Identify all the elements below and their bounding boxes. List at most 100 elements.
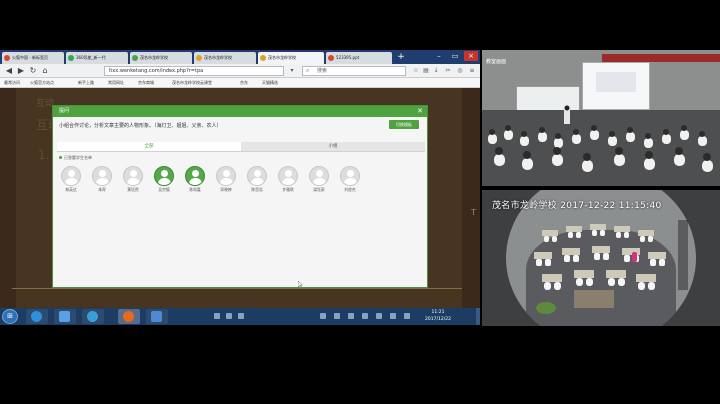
windows-taskbar: ⊞ 11:21 2017/12/22	[0, 308, 480, 325]
volume-icon[interactable]	[376, 313, 382, 319]
avatar-icon	[61, 166, 81, 186]
dropdown-icon[interactable]: ▾	[288, 67, 296, 75]
url-bar[interactable]: ltxx.wenketang.com/index.php?r=tpa	[104, 66, 284, 76]
tab-all[interactable]: 全部	[57, 142, 241, 151]
avatar-icon	[278, 166, 298, 186]
divider	[12, 288, 462, 289]
student-item-answered[interactable]: 吴宗镇	[152, 166, 176, 193]
tray-icon[interactable]	[404, 313, 410, 319]
taskbar-app-icon[interactable]	[146, 309, 168, 324]
taskbar-ie-icon[interactable]	[26, 309, 48, 324]
taskbar-app-icon[interactable]	[82, 309, 104, 324]
browser-tab-6[interactable]: 523395.ppt	[326, 52, 392, 64]
search-input[interactable]: ⌕ 搜索	[302, 66, 406, 76]
reload-button[interactable]: ↻	[28, 66, 38, 76]
student-item[interactable]: 林英达	[59, 166, 83, 193]
bookmark-item[interactable]: 新手上路	[78, 79, 94, 87]
bookmark-item[interactable]: 最常访问	[4, 79, 20, 87]
maximize-button[interactable]: ▭	[448, 51, 462, 61]
browser-tab-4[interactable]: 茂名市龙岭学校	[194, 52, 256, 64]
minimize-button[interactable]: –	[432, 51, 446, 61]
modal-title: 提问	[59, 108, 70, 114]
avatar-icon	[185, 166, 205, 186]
taskbar-firefox-icon[interactable]	[118, 309, 140, 324]
question-modal: 提问 ✕ 小组合作讨论，分析文章主要的人物形象。（海灯卫、姐姐、父亲、农人） 切…	[52, 105, 428, 288]
browser-tab-3[interactable]: 茂名市龙岭学校	[130, 52, 192, 64]
answer-tabs: 全部 小组	[57, 142, 425, 152]
firefox-icon	[4, 55, 10, 61]
taskbar-apps-icon[interactable]	[54, 309, 76, 324]
browser-tab-5-active[interactable]: 茂名市龙岭学校	[258, 52, 324, 64]
addon-icon[interactable]: ◎	[456, 67, 464, 75]
tray-icon[interactable]	[390, 313, 396, 319]
bullet-icon	[59, 156, 62, 159]
site-icon	[260, 55, 266, 61]
bookmark-item[interactable]: 火狐官方站点	[30, 79, 54, 87]
start-button[interactable]: ⊞	[2, 309, 18, 324]
home-button[interactable]: ⌂	[40, 66, 50, 76]
tab-group[interactable]: 小组	[241, 142, 425, 151]
student-item[interactable]: 梁钰豪	[307, 166, 331, 193]
screenshot-icon[interactable]: ✂	[444, 67, 452, 75]
student-list: 林英达 朱宵 黄钰然 吴宗镇 陈佩嘉 邓晓婷 陈思浩 许雅琪 梁钰豪 刘俊杰	[59, 166, 379, 196]
new-tab-button[interactable]: +	[396, 51, 406, 63]
tray-icon[interactable]	[320, 313, 326, 319]
forward-button[interactable]: ▶	[16, 66, 26, 76]
student-item-answered[interactable]: 陈佩嘉	[183, 166, 207, 193]
menu-icon[interactable]: ≡	[468, 67, 476, 75]
student-item[interactable]: 朱宵	[90, 166, 114, 193]
tray-icon[interactable]	[238, 313, 244, 319]
section-title: 已答题学生名单	[59, 155, 92, 161]
bookmark-item[interactable]: 常用网址	[108, 79, 124, 87]
audience-figures	[488, 105, 713, 172]
avatar-icon	[216, 166, 236, 186]
site-icon	[132, 55, 138, 61]
question-prompt: 小组合作讨论，分析文章主要的人物形象。（海灯卫、姐姐、父亲、农人）	[59, 123, 222, 129]
mouse-cursor-icon	[298, 281, 303, 288]
browser-tab-1[interactable]: 火狐中国 - 新标签页	[2, 52, 64, 64]
bookmark-item[interactable]: 茂名市龙岭学校云课堂	[172, 79, 212, 87]
browser-tabbar: 火狐中国 - 新标签页 360导航_新一代 茂名市龙岭学校 茂名市龙岭学校 茂名…	[0, 50, 480, 64]
avatar-icon	[247, 166, 267, 186]
avatar-icon	[309, 166, 329, 186]
star-icon[interactable]: ☆	[412, 67, 420, 75]
browser-navbar: ◀ ▶ ↻ ⌂ ltxx.wenketang.com/index.php?r=t…	[0, 64, 480, 78]
bookmark-item[interactable]: 京东商城	[138, 79, 154, 87]
search-icon: ⌕	[306, 67, 310, 74]
download-icon[interactable]: ↓	[432, 67, 440, 75]
camera-timestamp-overlay: 茂名市龙岭学校 2017-12-22 11:15:40	[492, 201, 662, 211]
switch-template-button[interactable]: 切换模板	[389, 120, 419, 129]
close-icon[interactable]: ✕	[417, 106, 423, 117]
tray-icon[interactable]	[214, 313, 220, 319]
classroom-camera-front: 教室画面	[482, 50, 720, 186]
network-icon[interactable]	[362, 313, 368, 319]
taskbar-clock[interactable]: 11:21 2017/12/22	[418, 309, 458, 323]
classroom-camera-overhead: 茂名市龙岭学校 2017-12-22 11:15:40	[482, 190, 720, 326]
clock-time: 11:21	[431, 310, 445, 315]
page: 火狐中国 - 新标签页 360导航_新一代 茂名市龙岭学校 茂名市龙岭学校 茂名…	[0, 0, 720, 404]
tray-icon[interactable]	[348, 313, 354, 319]
screen-capture: 火狐中国 - 新标签页 360导航_新一代 茂名市龙岭学校 茂名市龙岭学校 茂名…	[0, 50, 480, 325]
close-window-button[interactable]: ×	[464, 51, 478, 61]
avatar-icon	[92, 166, 112, 186]
student-item[interactable]: 许雅琪	[276, 166, 300, 193]
side-tool-icon[interactable]: T	[471, 208, 476, 217]
student-item[interactable]: 陈思浩	[245, 166, 269, 193]
bookmark-item[interactable]: 天猫精选	[262, 79, 278, 87]
tray-icon[interactable]	[334, 313, 340, 319]
bookmark-item[interactable]: 京东	[240, 79, 248, 87]
browser-tab-2[interactable]: 360导航_新一代	[66, 52, 128, 64]
student-item[interactable]: 黄钰然	[121, 166, 145, 193]
tray-icon[interactable]	[226, 313, 232, 319]
avatar-icon	[123, 166, 143, 186]
student-item[interactable]: 邓晓婷	[214, 166, 238, 193]
library-icon[interactable]: ▤	[422, 67, 430, 75]
student-item[interactable]: 刘俊杰	[338, 166, 362, 193]
show-desktop-button[interactable]	[476, 308, 480, 325]
bookmarks-bar: 最常访问 火狐官方站点 新手上路 常用网址 京东商城 茂名市龙岭学校云课堂 京东…	[0, 78, 480, 88]
ppt-icon	[328, 55, 334, 61]
site-icon	[196, 55, 202, 61]
back-button[interactable]: ◀	[4, 66, 14, 76]
avatar-icon	[340, 166, 360, 186]
site-icon	[68, 55, 74, 61]
